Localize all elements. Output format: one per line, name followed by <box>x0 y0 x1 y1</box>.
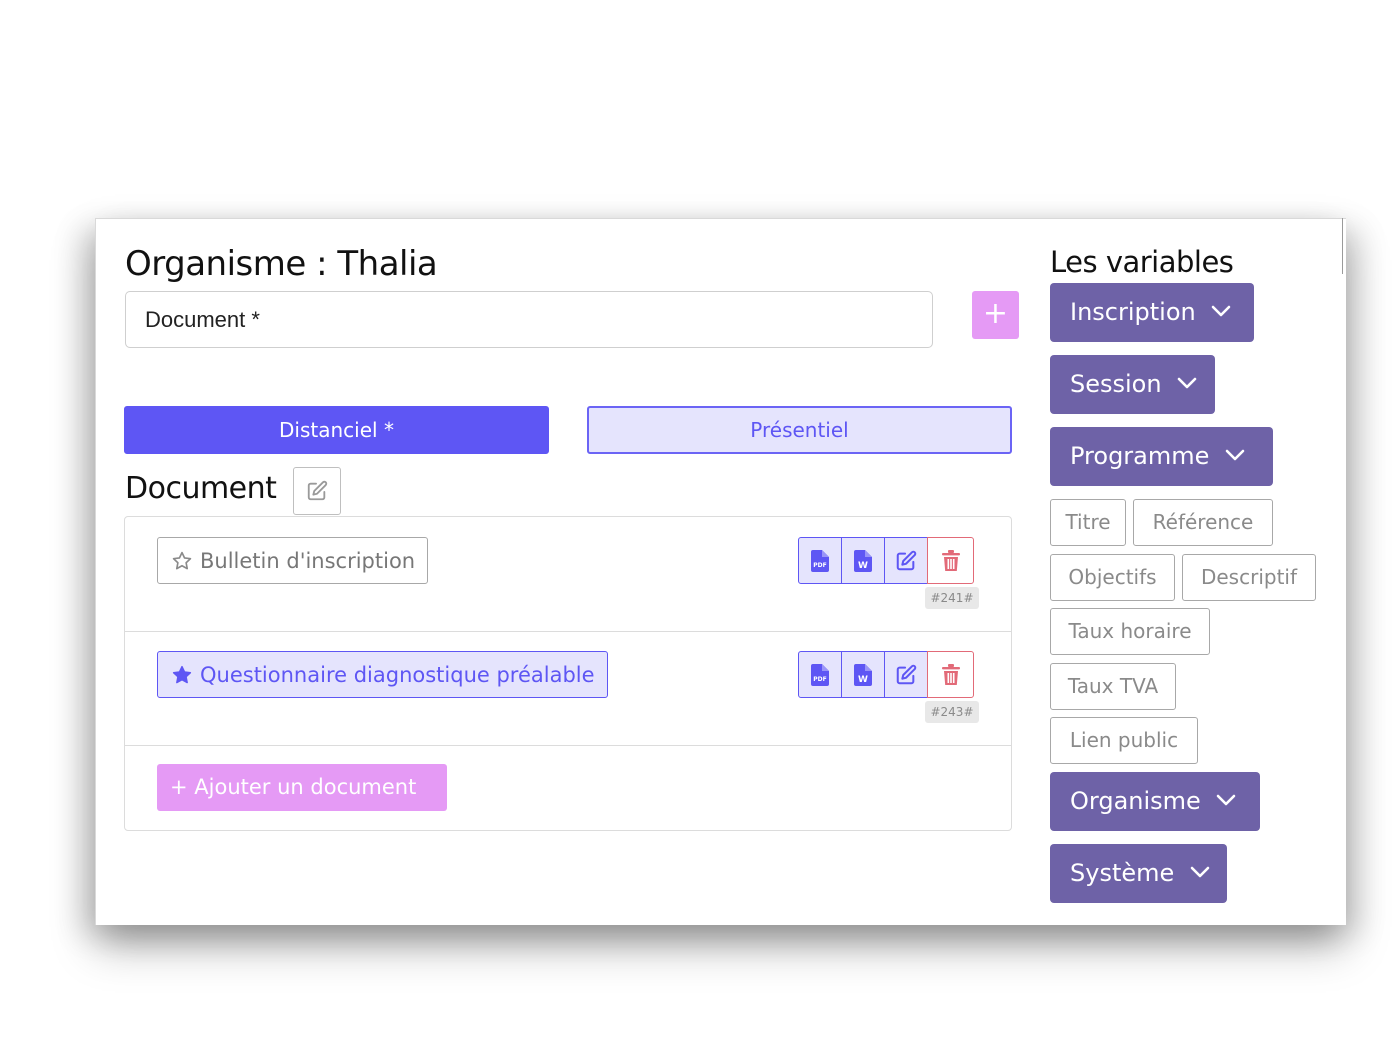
word-file-icon: W <box>854 663 872 686</box>
variable-chip-descriptif[interactable]: Descriptif <box>1182 554 1316 601</box>
window-edge <box>1342 218 1343 274</box>
variable-chip-taux-horaire[interactable]: Taux horaire <box>1050 608 1210 655</box>
pdf-file-icon: PDF <box>811 663 829 686</box>
variable-chip-lien-public[interactable]: Lien public <box>1050 717 1198 764</box>
variable-group-label: Organisme <box>1070 787 1201 815</box>
variable-chip-reference[interactable]: Référence <box>1133 499 1273 546</box>
export-word-button[interactable]: W <box>841 651 885 698</box>
variable-group-label: Inscription <box>1070 298 1196 326</box>
variable-group-label: Session <box>1070 370 1162 398</box>
variable-group-organisme[interactable]: Organisme <box>1050 772 1260 831</box>
edit-icon <box>307 480 328 501</box>
variable-group-label: Programme <box>1070 442 1210 470</box>
star-filled-icon <box>172 665 192 683</box>
document-pill[interactable]: Questionnaire diagnostique préalable <box>157 651 608 698</box>
chevron-down-icon <box>1212 305 1231 317</box>
document-pill[interactable]: Bulletin d'inscription <box>157 537 429 584</box>
variable-chip-objectifs[interactable]: Objectifs <box>1050 554 1175 601</box>
export-pdf-button[interactable]: PDF <box>798 651 842 698</box>
edit-document-button[interactable] <box>884 651 928 698</box>
export-pdf-button[interactable]: PDF <box>798 537 842 584</box>
add-button[interactable]: + <box>972 291 1019 339</box>
edit-icon <box>896 664 917 684</box>
plus-icon: + <box>982 296 1009 331</box>
svg-text:W: W <box>858 675 868 685</box>
add-document-button[interactable]: + Ajouter un document <box>157 764 447 811</box>
variable-group-session[interactable]: Session <box>1050 355 1215 414</box>
variables-title: Les variables <box>1050 245 1234 279</box>
star-outline-icon <box>172 551 192 569</box>
document-list: Bulletin d'inscription PDF W #241# Quest… <box>124 516 1012 831</box>
variable-chip-taux-tva[interactable]: Taux TVA <box>1050 663 1176 710</box>
document-id-tag: #243# <box>925 701 979 723</box>
word-file-icon: W <box>854 549 872 572</box>
edit-section-button[interactable] <box>293 467 341 515</box>
variable-group-label: Système <box>1070 859 1175 887</box>
section-title: Document <box>125 471 277 506</box>
document-actions: PDF W <box>798 537 974 584</box>
variable-group-systeme[interactable]: Système <box>1050 844 1227 903</box>
svg-text:W: W <box>858 561 868 571</box>
tab-presentiel[interactable]: Présentiel <box>587 406 1012 454</box>
pdf-file-icon: PDF <box>811 549 829 572</box>
variable-group-inscription[interactable]: Inscription <box>1050 283 1254 342</box>
delete-document-button[interactable] <box>927 651 974 698</box>
list-item: Questionnaire diagnostique préalable PDF… <box>125 631 1011 746</box>
variable-group-programme[interactable]: Programme <box>1050 427 1273 486</box>
chevron-down-icon <box>1217 794 1236 806</box>
document-label: Bulletin d'inscription <box>200 548 416 573</box>
svg-text:PDF: PDF <box>813 676 826 683</box>
chevron-down-icon <box>1225 449 1245 461</box>
edit-document-button[interactable] <box>884 537 928 584</box>
trash-icon <box>941 549 960 571</box>
chevron-down-icon <box>1190 866 1210 878</box>
page-title: Organisme : Thalia <box>125 244 438 284</box>
document-actions: PDF W <box>798 651 974 698</box>
document-label: Questionnaire diagnostique préalable <box>200 662 595 687</box>
trash-icon <box>941 663 960 685</box>
edit-icon <box>896 550 917 570</box>
document-name-input[interactable]: Document * <box>125 291 933 348</box>
export-word-button[interactable]: W <box>841 537 885 584</box>
variable-chip-titre[interactable]: Titre <box>1050 499 1126 546</box>
svg-text:PDF: PDF <box>813 562 826 569</box>
delete-document-button[interactable] <box>927 537 974 584</box>
chevron-down-icon <box>1177 377 1197 389</box>
list-item: Bulletin d'inscription PDF W #241# <box>125 517 1011 632</box>
tab-distanciel[interactable]: Distanciel * <box>124 406 549 454</box>
document-id-tag: #241# <box>925 587 979 609</box>
